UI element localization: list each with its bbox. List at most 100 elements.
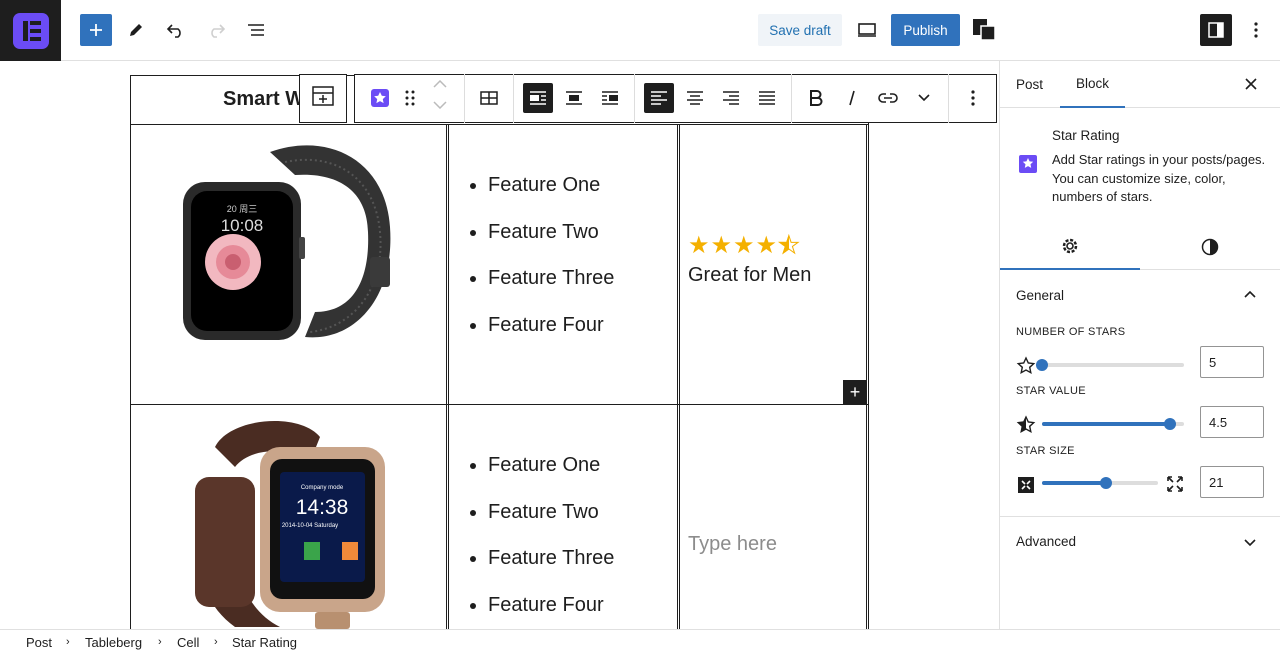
list-item[interactable]: Feature Three — [488, 255, 614, 302]
star-half-icon — [1016, 415, 1036, 435]
redo-icon[interactable] — [200, 14, 232, 46]
align-right-wrap-icon[interactable] — [595, 83, 625, 113]
table-icon[interactable] — [474, 83, 504, 113]
svg-text:2014-10-04 Saturday: 2014-10-04 Saturday — [282, 523, 338, 529]
slider-thumb[interactable] — [1036, 359, 1048, 371]
list-item[interactable]: Feature Four — [488, 582, 614, 629]
rating-text[interactable]: Great for Men — [688, 264, 811, 287]
list-view-icon[interactable] — [240, 14, 272, 46]
slider-thumb[interactable] — [1163, 418, 1176, 430]
toolbar-divider — [791, 74, 792, 123]
chevron-down-icon[interactable] — [1244, 539, 1256, 547]
tab-block[interactable]: Block — [1060, 61, 1126, 108]
product-image-gold-watch[interactable]: Company mode 14:38 2014-10-04 Saturday — [190, 417, 395, 629]
chevron-right-icon: › — [214, 636, 218, 648]
feature-list[interactable]: Feature One Feature Two Feature Three Fe… — [468, 162, 614, 348]
list-item[interactable]: Feature Four — [488, 302, 614, 349]
table-row-divider — [130, 124, 869, 125]
slider-thumb[interactable] — [1099, 477, 1112, 489]
list-item[interactable]: Feature One — [488, 162, 614, 209]
drag-handle-icon[interactable] — [395, 83, 425, 113]
move-up-icon[interactable] — [425, 74, 455, 94]
list-item[interactable]: Feature Two — [488, 489, 614, 536]
list-item[interactable]: Feature One — [488, 442, 614, 489]
advanced-panel[interactable]: Advanced — [1000, 517, 1280, 567]
table-column-divider — [679, 124, 680, 629]
sidebar-toggle-icon[interactable] — [1200, 14, 1232, 46]
star-size-slider[interactable] — [1042, 477, 1158, 489]
table-column-divider — [448, 124, 449, 629]
link-icon[interactable] — [873, 83, 903, 113]
add-row-button[interactable]: + — [843, 380, 867, 404]
table-column-divider — [677, 124, 678, 629]
move-down-icon[interactable] — [425, 95, 455, 115]
plus-icon[interactable] — [80, 14, 112, 46]
star-value-label: STAR VALUE — [1016, 385, 1086, 397]
svg-text:Company mode: Company mode — [301, 485, 344, 491]
editor-canvas: Smart W 20 周三 10:08 Feature One Feature … — [0, 61, 999, 629]
star-value-input[interactable]: 4.5 — [1200, 406, 1264, 438]
cell-placeholder[interactable]: Type here — [688, 533, 777, 556]
close-icon[interactable] — [1244, 77, 1258, 91]
table-row-divider — [130, 404, 869, 405]
chevron-down-icon[interactable] — [909, 83, 939, 113]
text-align-right-icon[interactable] — [716, 83, 746, 113]
more-options-icon[interactable] — [958, 83, 988, 113]
panel-title-general[interactable]: General — [1016, 288, 1064, 303]
list-item[interactable]: Feature Three — [488, 535, 614, 582]
slider-fill — [1042, 481, 1106, 485]
italic-icon[interactable] — [837, 83, 867, 113]
chevron-up-icon[interactable] — [1244, 290, 1256, 298]
save-draft-button[interactable]: Save draft — [758, 14, 842, 46]
star-full-icon: ★ — [733, 232, 755, 259]
number-of-stars-input[interactable]: 5 — [1200, 346, 1264, 378]
svg-text:14:38: 14:38 — [296, 496, 349, 519]
add-row-icon[interactable] — [308, 81, 338, 111]
star-rating-block-icon[interactable] — [365, 83, 395, 113]
size-large-icon — [1166, 475, 1184, 493]
feature-list[interactable]: Feature One Feature Two Feature Three Fe… — [468, 442, 614, 628]
breadcrumb-item[interactable]: Tableberg — [85, 635, 142, 650]
product-image-black-watch[interactable]: 20 周三 10:08 — [175, 137, 400, 349]
pencil-icon[interactable] — [120, 14, 152, 46]
tab-styles[interactable] — [1140, 223, 1280, 270]
toolbar-divider — [513, 74, 514, 123]
site-logo-icon[interactable] — [0, 0, 61, 61]
svg-text:20 周三: 20 周三 — [227, 204, 258, 214]
editor-top-bar: Save draft Publish — [0, 0, 1280, 61]
publish-button[interactable]: Publish — [891, 14, 960, 46]
number-of-stars-slider[interactable] — [1036, 359, 1184, 371]
chevron-right-icon: › — [66, 636, 70, 648]
star-size-label: STAR SIZE — [1016, 445, 1075, 457]
plugin-icon[interactable] — [968, 14, 1000, 46]
star-rating[interactable]: ★ ★ ★ ★ ★ — [688, 232, 811, 259]
breadcrumb: Post › Tableberg › Cell › Star Rating — [0, 629, 1280, 654]
text-align-left-icon[interactable] — [644, 83, 674, 113]
breadcrumb-item[interactable]: Post — [26, 635, 52, 650]
contrast-icon — [1201, 238, 1219, 255]
panel-title-advanced[interactable]: Advanced — [1016, 534, 1076, 549]
align-left-wrap-icon[interactable] — [523, 83, 553, 113]
block-card: Star Rating Add Star ratings in your pos… — [1000, 108, 1280, 223]
breadcrumb-item[interactable]: Star Rating — [232, 635, 297, 650]
text-align-center-icon[interactable] — [680, 83, 710, 113]
tab-post[interactable]: Post — [1016, 61, 1043, 108]
tab-settings[interactable] — [1000, 223, 1140, 270]
undo-icon[interactable] — [160, 14, 192, 46]
slider-fill — [1042, 422, 1170, 426]
star-size-input[interactable]: 21 — [1200, 466, 1264, 498]
desktop-preview-icon[interactable] — [851, 14, 883, 46]
star-rating-block[interactable]: ★ ★ ★ ★ ★ Great for Men — [688, 232, 811, 287]
breadcrumb-item[interactable]: Cell — [177, 635, 199, 650]
star-value-slider[interactable] — [1042, 418, 1184, 430]
table-title[interactable]: Smart W — [223, 88, 304, 111]
svg-text:10:08: 10:08 — [221, 216, 264, 235]
star-rating-block-icon — [1019, 155, 1037, 173]
align-center-block-icon[interactable] — [559, 83, 589, 113]
settings-sidebar: Post Block Star Rating Add Star ratings … — [999, 61, 1280, 629]
star-full-icon: ★ — [688, 232, 710, 259]
more-vertical-icon[interactable] — [1240, 14, 1272, 46]
text-justify-icon[interactable] — [752, 83, 782, 113]
list-item[interactable]: Feature Two — [488, 209, 614, 256]
bold-icon[interactable] — [801, 83, 831, 113]
